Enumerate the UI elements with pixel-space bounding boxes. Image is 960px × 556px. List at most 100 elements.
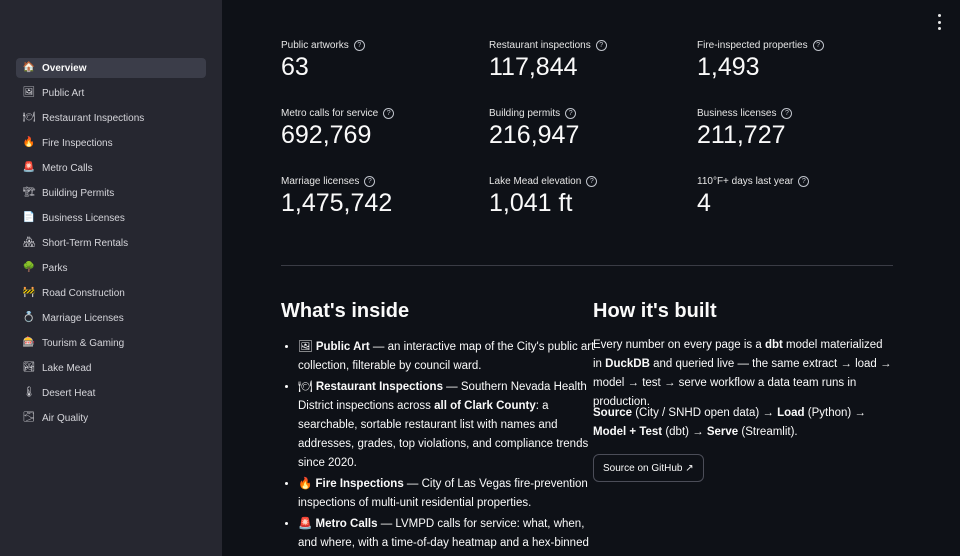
metric-value: 1,041 ft — [489, 189, 573, 217]
sidebar-item-short-term-rentals[interactable]: 🏘 Short-Term Rentals — [16, 233, 206, 253]
sidebar-item-label: Building Permits — [42, 187, 115, 199]
sidebar-item-business-licenses[interactable]: 📄 Business Licenses — [16, 208, 206, 228]
metric-value: 63 — [281, 53, 309, 81]
metric-label: Fire-inspected properties — [697, 40, 808, 51]
sidebar-item-label: Restaurant Inspections — [42, 112, 145, 124]
help-icon[interactable]: ? — [798, 176, 810, 187]
metric-lake-mead-elevation: Lake Mead elevation? 1,041 ft — [489, 176, 689, 218]
main-content: Public artworks? 63 Restaurant inspectio… — [281, 0, 893, 556]
metro-calls-icon: 🚨 — [22, 162, 36, 173]
help-icon[interactable]: ? — [565, 108, 577, 119]
sidebar-nav: 🏠 Overview 🖼 Public Art 🍽 Restaurant Inspecti… — [16, 58, 206, 433]
duckdb-emphasis: DuckDB — [605, 358, 650, 370]
sidebar-item-marriage-licenses[interactable]: 💍 Marriage Licenses — [16, 308, 206, 328]
sidebar-item-metro-calls[interactable]: 🚨 Metro Calls — [16, 158, 206, 178]
public-art-icon: 🖼 — [22, 87, 36, 98]
whats-inside-heading: What's inside — [281, 300, 410, 322]
metric-value: 692,769 — [281, 121, 372, 149]
metric-label: Building permits — [489, 108, 561, 119]
metric-value: 4 — [697, 189, 711, 217]
sidebar-item-label: Parks — [42, 262, 68, 274]
restaurant-icon: 🍽 — [298, 381, 313, 393]
dot-icon — [937, 14, 941, 17]
list-item-emphasis: all of Clark County — [434, 400, 536, 412]
lake-mead-icon: 🏞 — [22, 362, 36, 373]
metric-label: Restaurant inspections — [489, 40, 591, 51]
sidebar-item-label: Overview — [42, 62, 87, 74]
sidebar: 🏠 Overview 🖼 Public Art 🍽 Restaurant Inspecti… — [0, 0, 222, 556]
public-art-icon: 🖼 — [298, 341, 313, 353]
metric-business-licenses: Business licenses? 211,727 — [697, 108, 897, 150]
help-icon[interactable]: ? — [595, 40, 607, 51]
air-quality-icon: 🌫 — [22, 412, 36, 423]
metric-value: 216,947 — [489, 121, 580, 149]
metric-label: Public artworks — [281, 40, 349, 51]
overview-icon: 🏠 — [22, 62, 36, 73]
pipeline-paragraph: Source (City / SNHD open data) → Load (P… — [593, 404, 893, 442]
text: (Python) → — [804, 407, 866, 419]
help-icon[interactable]: ? — [781, 108, 793, 119]
police-light-icon: 🚨 — [298, 518, 313, 530]
metric-label: 110°F+ days last year — [697, 176, 794, 187]
list-item: 🔥 Fire Inspections — City of Las Vegas f… — [298, 475, 598, 513]
help-icon[interactable]: ? — [812, 40, 824, 51]
metric-value: 117,844 — [489, 53, 578, 81]
main-menu-button[interactable] — [936, 14, 942, 30]
sidebar-item-lake-mead[interactable]: 🏞 Lake Mead — [16, 358, 206, 378]
sidebar-item-label: Lake Mead — [42, 362, 92, 374]
sidebar-item-label: Tourism & Gaming — [42, 337, 125, 349]
metric-label: Business licenses — [697, 108, 777, 119]
sidebar-item-tourism-and-gaming[interactable]: 🎰 Tourism & Gaming — [16, 333, 206, 353]
list-item-title: Fire Inspections — [315, 478, 404, 490]
list-item-title: Public Art — [315, 341, 370, 353]
help-icon[interactable]: ? — [586, 176, 598, 187]
metric-public-artworks: Public artworks? 63 — [281, 40, 481, 82]
list-item: 🚨 Metro Calls — LVMPD calls for service:… — [298, 515, 598, 553]
sidebar-item-overview[interactable]: 🏠 Overview — [16, 58, 206, 78]
short-term-rentals-icon: 🏘 — [22, 237, 36, 248]
sidebar-item-restaurant-inspections[interactable]: 🍽 Restaurant Inspections — [16, 108, 206, 128]
sidebar-item-fire-inspections[interactable]: 🔥 Fire Inspections — [16, 133, 206, 153]
sidebar-item-label: Business Licenses — [42, 212, 125, 224]
dbt-emphasis: dbt — [764, 339, 783, 351]
sidebar-item-air-quality[interactable]: 🌫 Air Quality — [16, 408, 206, 428]
divider — [281, 265, 893, 266]
help-icon[interactable]: ? — [383, 108, 395, 119]
building-permits-icon: 🏗 — [22, 187, 36, 198]
sidebar-item-building-permits[interactable]: 🏗 Building Permits — [16, 183, 206, 203]
sidebar-item-label: Road Construction — [42, 287, 125, 299]
metric-restaurant-inspections: Restaurant inspections? 117,844 — [489, 40, 689, 82]
tourism-and-gaming-icon: 🎰 — [22, 337, 36, 348]
model-test-emphasis: Model + Test — [593, 426, 663, 438]
sidebar-item-label: Marriage Licenses — [42, 312, 124, 324]
business-licenses-icon: 📄 — [22, 212, 36, 223]
help-icon[interactable]: ? — [353, 40, 365, 51]
text: (City / SNHD open data) → — [632, 407, 778, 419]
desert-heat-icon: 🌡 — [22, 387, 36, 398]
metric-value: 211,727 — [697, 121, 786, 149]
dot-icon — [937, 20, 941, 24]
metric-value: 1,493 — [697, 53, 760, 81]
sidebar-item-parks[interactable]: 🌳 Parks — [16, 258, 206, 278]
fire-inspections-icon: 🔥 — [22, 137, 36, 148]
metric-label: Marriage licenses — [281, 176, 360, 187]
help-icon[interactable]: ? — [364, 176, 376, 187]
road-construction-icon: 🚧 — [22, 287, 36, 298]
sidebar-item-public-art[interactable]: 🖼 Public Art — [16, 83, 206, 103]
restaurant-inspections-icon: 🍽 — [22, 112, 36, 123]
sidebar-item-label: Desert Heat — [42, 387, 96, 399]
sidebar-item-label: Fire Inspections — [42, 137, 113, 149]
sidebar-item-desert-heat[interactable]: 🌡 Desert Heat — [16, 383, 206, 403]
how-its-built-paragraph: Every number on every page is a dbt mode… — [593, 336, 893, 412]
metric-metro-calls: Metro calls for service? 692,769 — [281, 108, 481, 150]
sidebar-item-road-construction[interactable]: 🚧 Road Construction — [16, 283, 206, 303]
metric-value: 1,475,742 — [281, 189, 393, 217]
text: (Streamlit). — [738, 426, 798, 438]
list-item: 🍽 Restaurant Inspections — Southern Neva… — [298, 378, 598, 473]
how-its-built-heading: How it's built — [593, 300, 717, 322]
marriage-licenses-icon: 💍 — [22, 312, 36, 323]
text: (dbt) → — [662, 426, 707, 438]
sidebar-item-label: Short-Term Rentals — [42, 237, 129, 249]
source-on-github-button[interactable]: Source on GitHub ↗ — [593, 454, 704, 482]
whats-inside-list: 🖼 Public Art — an interactive map of the… — [281, 338, 598, 555]
